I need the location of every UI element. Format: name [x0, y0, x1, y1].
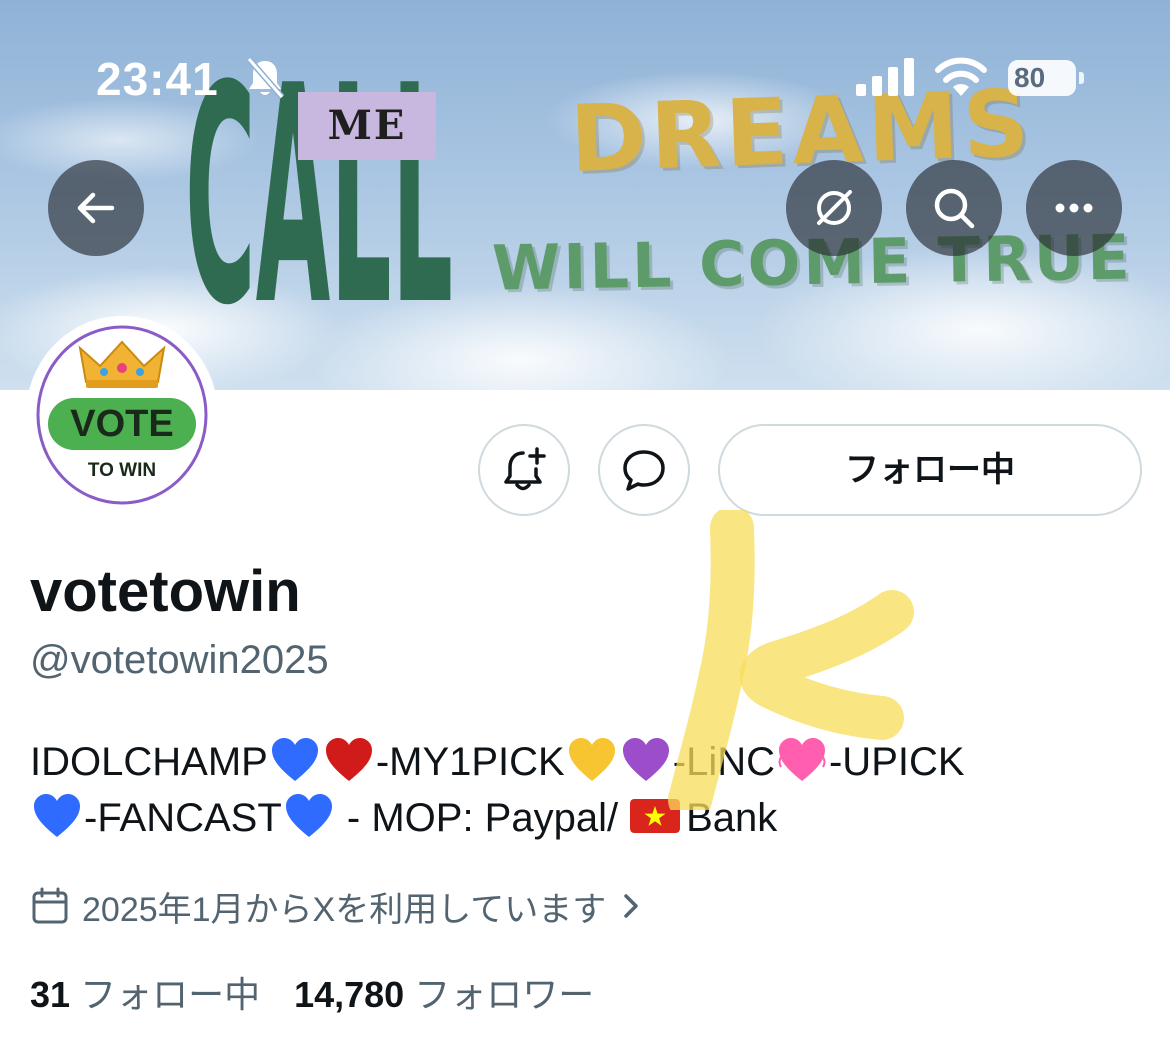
joined-date-text: 2025年1月からXを利用しています	[82, 890, 607, 929]
blue-heart-icon	[34, 794, 80, 837]
calendar-icon	[32, 887, 68, 924]
message-button[interactable]	[598, 424, 690, 516]
chat-bubble-icon	[623, 450, 665, 491]
search-icon	[934, 188, 975, 229]
notifications-button[interactable]	[478, 424, 570, 516]
bio-segment: -FANCAST	[84, 796, 282, 840]
bio-segment: - MOP: Paypal/	[335, 796, 619, 840]
battery-tip	[1079, 72, 1084, 84]
bio-line-1: IDOLCHAMP -MY1PICK -LiNC -UPICK	[30, 734, 1140, 790]
followers-count: 14,780	[294, 974, 405, 1015]
blue-heart-icon	[271, 738, 318, 781]
battery-level: 80	[1014, 62, 1046, 93]
bio: IDOLCHAMP -MY1PICK -LiNC -UPICK -FANCAST - …	[30, 734, 1140, 846]
follow-stats: 31 フォロー中 14,780 フォロワー	[30, 966, 594, 1018]
bio-segment: -UPICK	[828, 740, 965, 784]
bio-segment: -MY1PICK	[375, 740, 565, 784]
bell-plus-icon	[504, 447, 546, 491]
avatar-to-win-text: TO WIN	[88, 460, 156, 481]
yellow-heart-icon	[568, 738, 615, 781]
svg-text:CALL: CALL	[185, 22, 453, 310]
silent-mode-icon	[246, 57, 285, 99]
red-heart-icon	[325, 738, 372, 781]
arrow-left-icon	[77, 192, 115, 224]
joined-date-row[interactable]: 2025年1月からXを利用しています	[30, 882, 644, 930]
banner-me-label: ME	[298, 92, 436, 160]
wifi-icon	[935, 57, 987, 96]
search-button[interactable]	[906, 160, 1002, 256]
status-time: 23:41	[96, 53, 219, 105]
grok-button[interactable]	[786, 160, 882, 256]
banner-call-text: CALL	[185, 22, 453, 310]
avatar-vote-text: VOTE	[70, 403, 173, 445]
bio-line-2: -FANCAST - MOP: Paypal/Bank	[30, 790, 1140, 846]
more-icon	[1055, 203, 1093, 213]
avatar[interactable]: VOTE TO WIN	[34, 324, 210, 506]
following-button[interactable]: フォロー中	[718, 424, 1142, 516]
followers-label: フォロワー	[414, 974, 595, 1015]
purple-heart-icon	[622, 738, 669, 781]
chevron-right-icon	[624, 894, 638, 918]
following-count: 31	[30, 974, 71, 1015]
following-label: フォロー中	[80, 974, 261, 1015]
pink-heart-icon	[778, 738, 826, 781]
grok-icon	[817, 190, 852, 225]
battery-indicator: 80	[1008, 60, 1084, 96]
blue-heart-icon	[285, 794, 332, 837]
handle: @votetowin2025	[30, 638, 329, 682]
bio-segment: -LiNC	[672, 740, 775, 784]
bio-segment: Bank	[686, 796, 778, 840]
display-name: votetowin	[30, 559, 301, 624]
vietnam-flag-icon	[630, 799, 681, 833]
back-button[interactable]	[48, 160, 144, 256]
followers-stat[interactable]: 14,780 フォロワー	[294, 974, 594, 1015]
cellular-signal-icon	[856, 58, 914, 96]
more-button[interactable]	[1026, 160, 1122, 256]
following-stat[interactable]: 31 フォロー中	[30, 974, 260, 1015]
bio-segment: IDOLCHAMP	[30, 740, 268, 784]
